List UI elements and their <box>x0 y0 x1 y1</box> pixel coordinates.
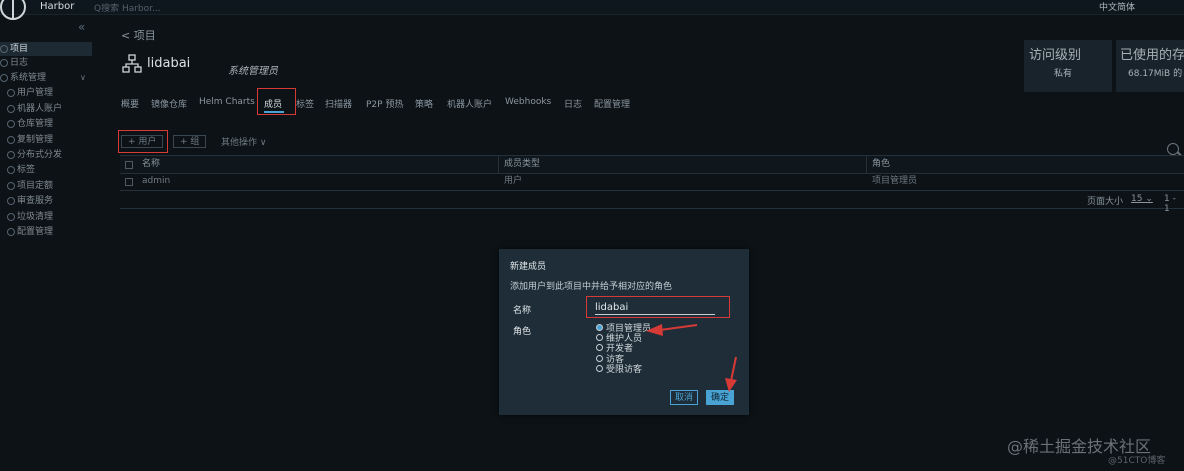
annotation-arrows <box>646 324 737 392</box>
arrow-to-role-icon <box>646 324 698 336</box>
arrow-to-confirm-icon <box>725 356 737 392</box>
watermark-51cto: @51CTO博客 <box>1108 456 1166 466</box>
